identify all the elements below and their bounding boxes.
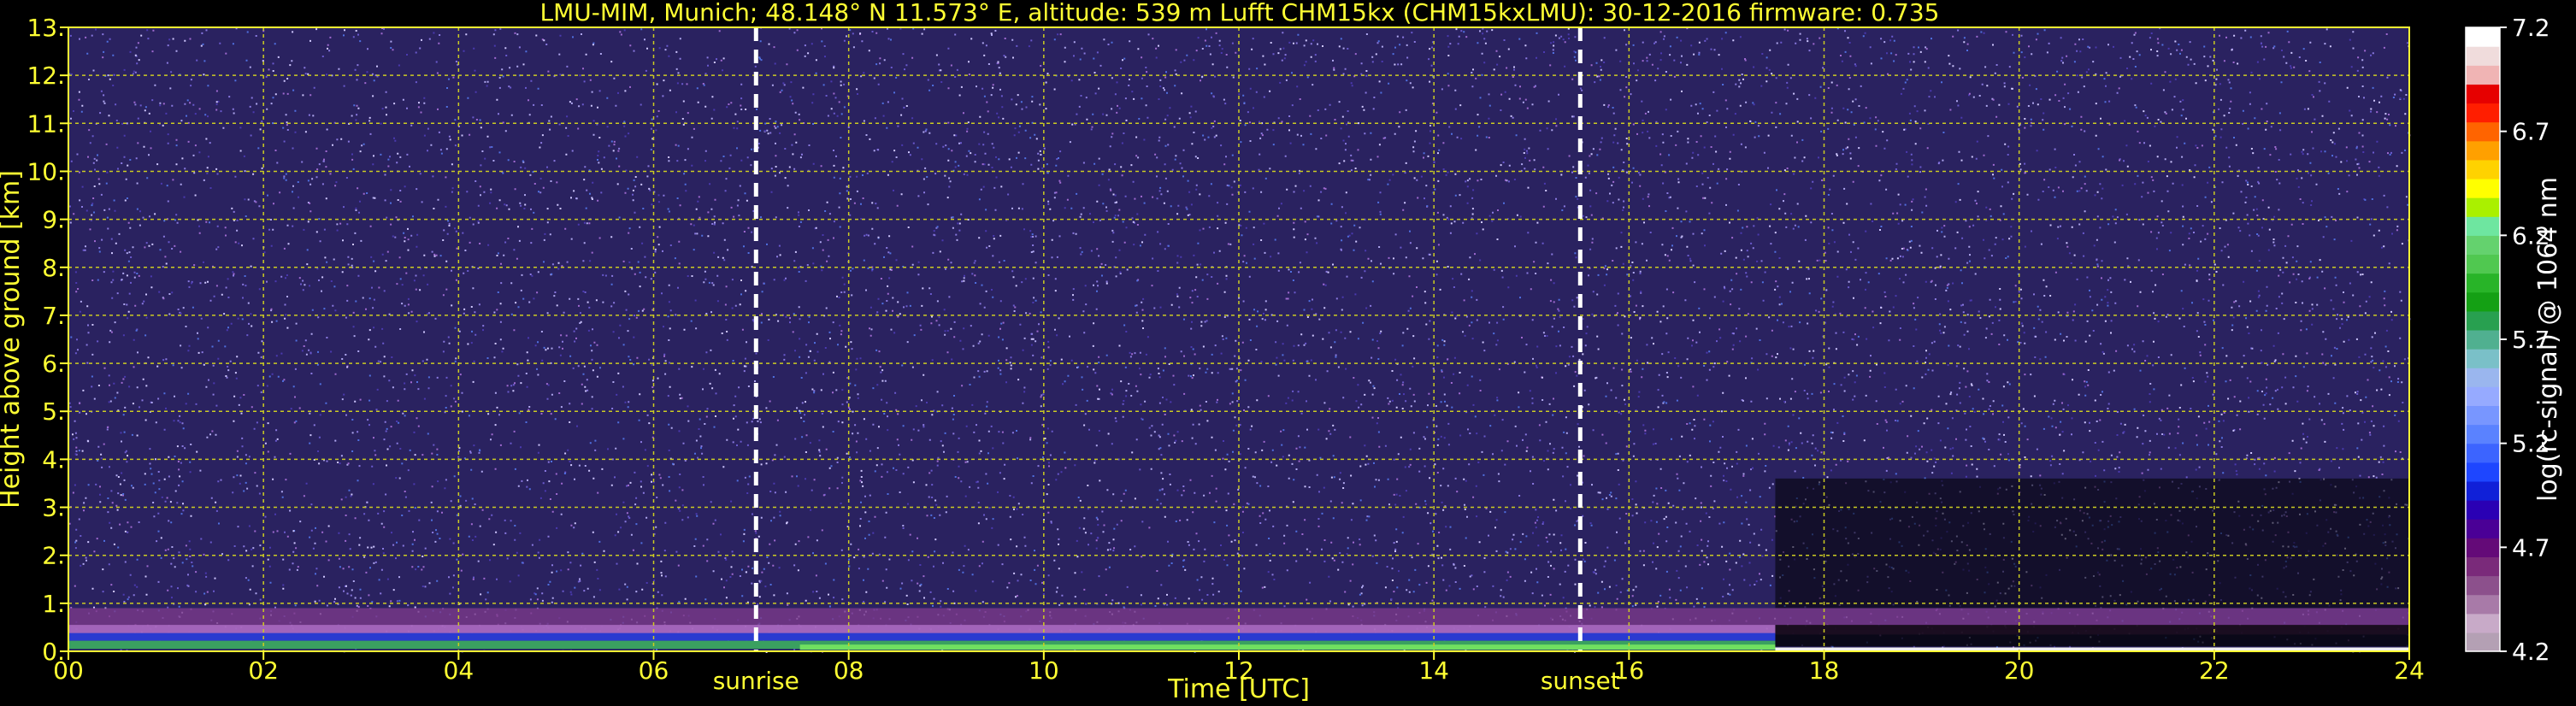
colorbar-swatch [2466,291,2500,312]
colorbar-swatch [2466,46,2500,66]
colorbar-swatch [2466,405,2500,426]
colorbar-swatch [2466,235,2500,256]
clear-sky-region [1775,478,2409,609]
colorbar-swatch [2466,103,2500,123]
lidar-chart: LMU-MIM, Munich; 48.148° N 11.573° E, al… [0,0,2563,704]
y-tick-label: 2. [42,542,65,570]
chart-title: LMU-MIM, Munich; 48.148° N 11.573° E, al… [540,0,1940,26]
colorbar-tick-label: 7.2 [2512,14,2550,42]
colorbar-swatch [2466,197,2500,217]
x-tick-label: 02 [248,656,279,685]
y-tick-label: 7. [42,302,65,330]
colorbar-swatch [2466,216,2500,236]
x-tick-label: 08 [834,656,864,685]
colorbar-swatch [2466,443,2500,463]
x-tick-label: 10 [1029,656,1059,685]
colorbar-swatch [2466,178,2500,198]
colorbar-swatch [2466,368,2500,387]
colorbar-swatch [2466,538,2500,557]
colorbar-swatch [2466,519,2500,538]
y-axis-ticks: 0.1.2.3.4.5.6.7.8.9.10.11.12.13. [27,14,68,666]
x-tick-label: 14 [1418,656,1449,685]
boundary-layer-top [68,632,1776,641]
plot-area [68,26,2411,654]
y-tick-label: 12. [27,62,65,90]
colorbar-swatch [2466,159,2500,179]
y-tick-label: 5. [42,397,65,426]
colorbar-tick-label: 4.2 [2512,638,2550,666]
colorbar-swatch [2466,273,2500,293]
colorbar-swatch [2466,632,2500,652]
colorbar-swatch [2466,500,2500,520]
y-tick-label: 8. [42,254,65,282]
y-tick-label: 9. [42,206,65,234]
colorbar-swatch [2466,480,2500,501]
colorbar-tick-label: 4.7 [2512,533,2550,562]
y-tick-label: 11. [27,109,65,138]
sunrise-label: sunrise [713,667,799,695]
colorbar-swatch [2466,575,2500,596]
colorbar-swatch [2466,329,2500,350]
y-tick-label: 4. [42,445,65,474]
colorbar-swatch [2466,140,2500,161]
residual-layer-top [68,625,1776,635]
x-tick-label: 00 [53,656,84,685]
colorbar-swatch [2466,310,2500,331]
y-tick-label: 3. [42,494,65,522]
colorbar-swatch [2466,613,2500,633]
x-tick-label: 04 [444,656,475,685]
y-tick-label: 6. [42,350,65,378]
colorbar-swatch [2466,424,2500,444]
night-gap [1775,625,2409,647]
colorbar-swatch [2466,462,2500,482]
y-tick-label: 13. [27,14,65,42]
colorbar-swatch [2466,121,2500,142]
colorbar-swatch [2466,594,2500,615]
y-axis-label: Height above ground [km] [0,170,26,509]
colorbar-swatch [2466,349,2500,368]
x-tick-label: 18 [1809,656,1840,685]
colorbar-swatch [2466,27,2500,47]
colorbar-tick-label: 6.7 [2512,118,2550,146]
colorbar-swatch [2466,254,2500,274]
colorbar-label: log(rc-signal) @ 1064 nm [2533,177,2563,502]
colorbar-swatch [2466,65,2500,85]
colorbar-swatch [2466,386,2500,407]
x-tick-label: 20 [2004,656,2035,685]
x-tick-label: 22 [2199,656,2230,685]
x-tick-label: 06 [639,656,669,685]
x-axis-label: Time [UTC] [1167,674,1310,704]
colorbar-swatch [2466,84,2500,104]
x-tick-label: 24 [2394,656,2425,685]
y-tick-label: 1. [42,590,65,618]
colorbar-swatch [2466,556,2500,577]
sunset-label: sunset [1541,667,1620,695]
y-tick-label: 10. [27,157,65,185]
